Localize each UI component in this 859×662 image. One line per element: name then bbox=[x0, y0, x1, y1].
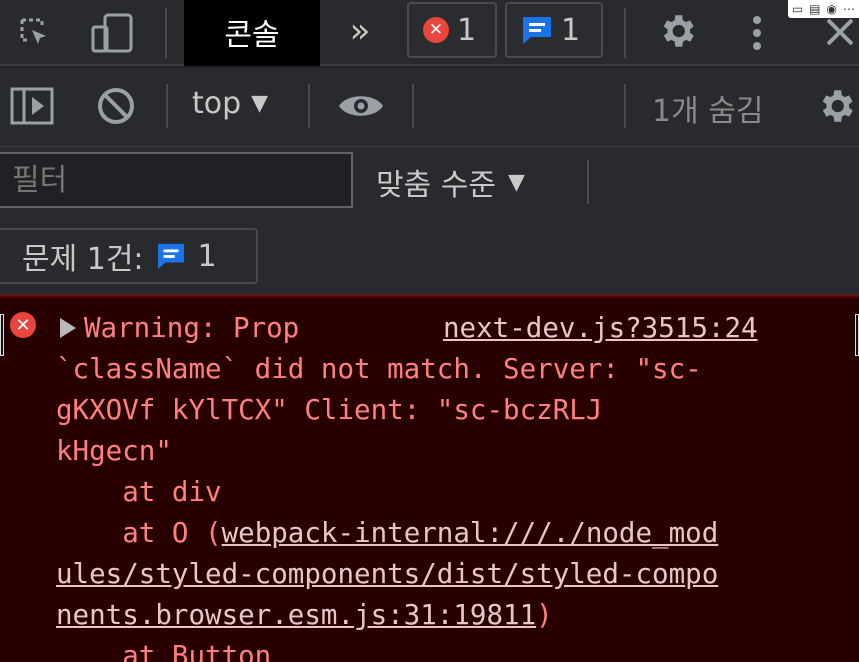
live-expression-eye-icon[interactable] bbox=[334, 84, 388, 128]
issues-label: 문제 1건: bbox=[22, 242, 144, 277]
show-sidebar-icon[interactable] bbox=[8, 82, 56, 130]
error-icon: ✕ bbox=[10, 312, 36, 338]
selection-bracket-left bbox=[0, 314, 4, 356]
stack-frame-suffix: ) bbox=[536, 599, 553, 631]
error-icon: ✕ bbox=[423, 17, 449, 43]
message-icon bbox=[523, 17, 551, 44]
settings-gear-icon[interactable] bbox=[652, 6, 702, 56]
tabbar-divider bbox=[165, 8, 167, 58]
issues-button[interactable]: 문제 1건: 1 bbox=[0, 228, 258, 284]
comment-icon[interactable]: ▭ bbox=[792, 2, 803, 16]
stack-frame-line: at Button bbox=[56, 640, 272, 662]
more-tabs-button[interactable]: » bbox=[340, 6, 380, 56]
log-levels-dropdown[interactable]: 맞춤 수준 ▼ bbox=[376, 160, 525, 204]
tab-console[interactable]: 콘솔 bbox=[184, 0, 320, 66]
error-count-badge[interactable]: ✕ 1 bbox=[407, 2, 497, 58]
error-count: 1 bbox=[457, 12, 477, 48]
filter-input[interactable] bbox=[0, 152, 353, 208]
error-text-line: gKXOVf kYlTCX" Client: "sc-bczRLJ bbox=[56, 394, 603, 426]
error-text-line: Warning: Prop bbox=[84, 312, 300, 344]
stack-frame-link[interactable]: nents.browser.esm.js:31:19811 bbox=[56, 599, 536, 631]
context-selector[interactable]: top ▼ bbox=[192, 86, 268, 121]
inspect-element-icon[interactable] bbox=[10, 8, 60, 58]
clear-console-icon[interactable] bbox=[94, 84, 138, 128]
issues-count: 1 bbox=[197, 238, 217, 274]
dropdown-arrow-icon: ▼ bbox=[507, 169, 525, 195]
message-count: 1 bbox=[561, 12, 581, 48]
stack-frame-prefix: at O ( bbox=[56, 517, 222, 549]
tabbar-divider bbox=[624, 8, 626, 58]
device-toolbar-icon[interactable] bbox=[84, 8, 140, 58]
console-settings-gear-icon[interactable] bbox=[812, 84, 859, 128]
caption-icon[interactable]: ▤ bbox=[809, 2, 820, 16]
hidden-messages-count: 1개 숨김 bbox=[652, 94, 764, 129]
stack-frame-link[interactable]: webpack-internal:///./node_mod bbox=[222, 517, 719, 549]
toolbar-divider bbox=[308, 84, 310, 128]
issue-message-icon bbox=[157, 243, 184, 270]
expand-arrow-icon[interactable] bbox=[60, 318, 76, 338]
stack-frame-line: at O (webpack-internal:///./node_mod bbox=[56, 517, 718, 549]
overlay-corner-controls: ▭ ▤ ◉ ⋯ bbox=[787, 0, 859, 18]
toolbar-divider bbox=[166, 84, 168, 128]
log-levels-label: 맞춤 수준 bbox=[376, 168, 496, 203]
overflow-icon[interactable]: ⋯ bbox=[843, 2, 855, 16]
more-options-icon[interactable] bbox=[742, 8, 772, 58]
record-icon[interactable]: ◉ bbox=[827, 2, 837, 16]
filter-divider bbox=[587, 160, 589, 204]
message-count-badge[interactable]: 1 bbox=[505, 2, 603, 58]
context-label: top bbox=[192, 86, 242, 121]
source-location-link[interactable]: next-dev.js?3515:24 bbox=[443, 312, 758, 344]
dropdown-arrow-icon: ▼ bbox=[251, 91, 269, 116]
toolbar-divider bbox=[412, 84, 414, 128]
stack-frame-link[interactable]: ules/styled-components/dist/styled-compo bbox=[56, 558, 718, 590]
error-text-line: `className` did not match. Server: "sc- bbox=[56, 353, 702, 385]
stack-frame-line: at div bbox=[56, 476, 222, 508]
stack-frame-line: nents.browser.esm.js:31:19811) bbox=[56, 599, 553, 631]
stack-frame-line: ules/styled-components/dist/styled-compo bbox=[56, 558, 718, 590]
toolbar-divider bbox=[624, 84, 626, 128]
selection-bracket-right bbox=[855, 314, 859, 356]
error-text-line: kHgecn" bbox=[56, 435, 172, 467]
